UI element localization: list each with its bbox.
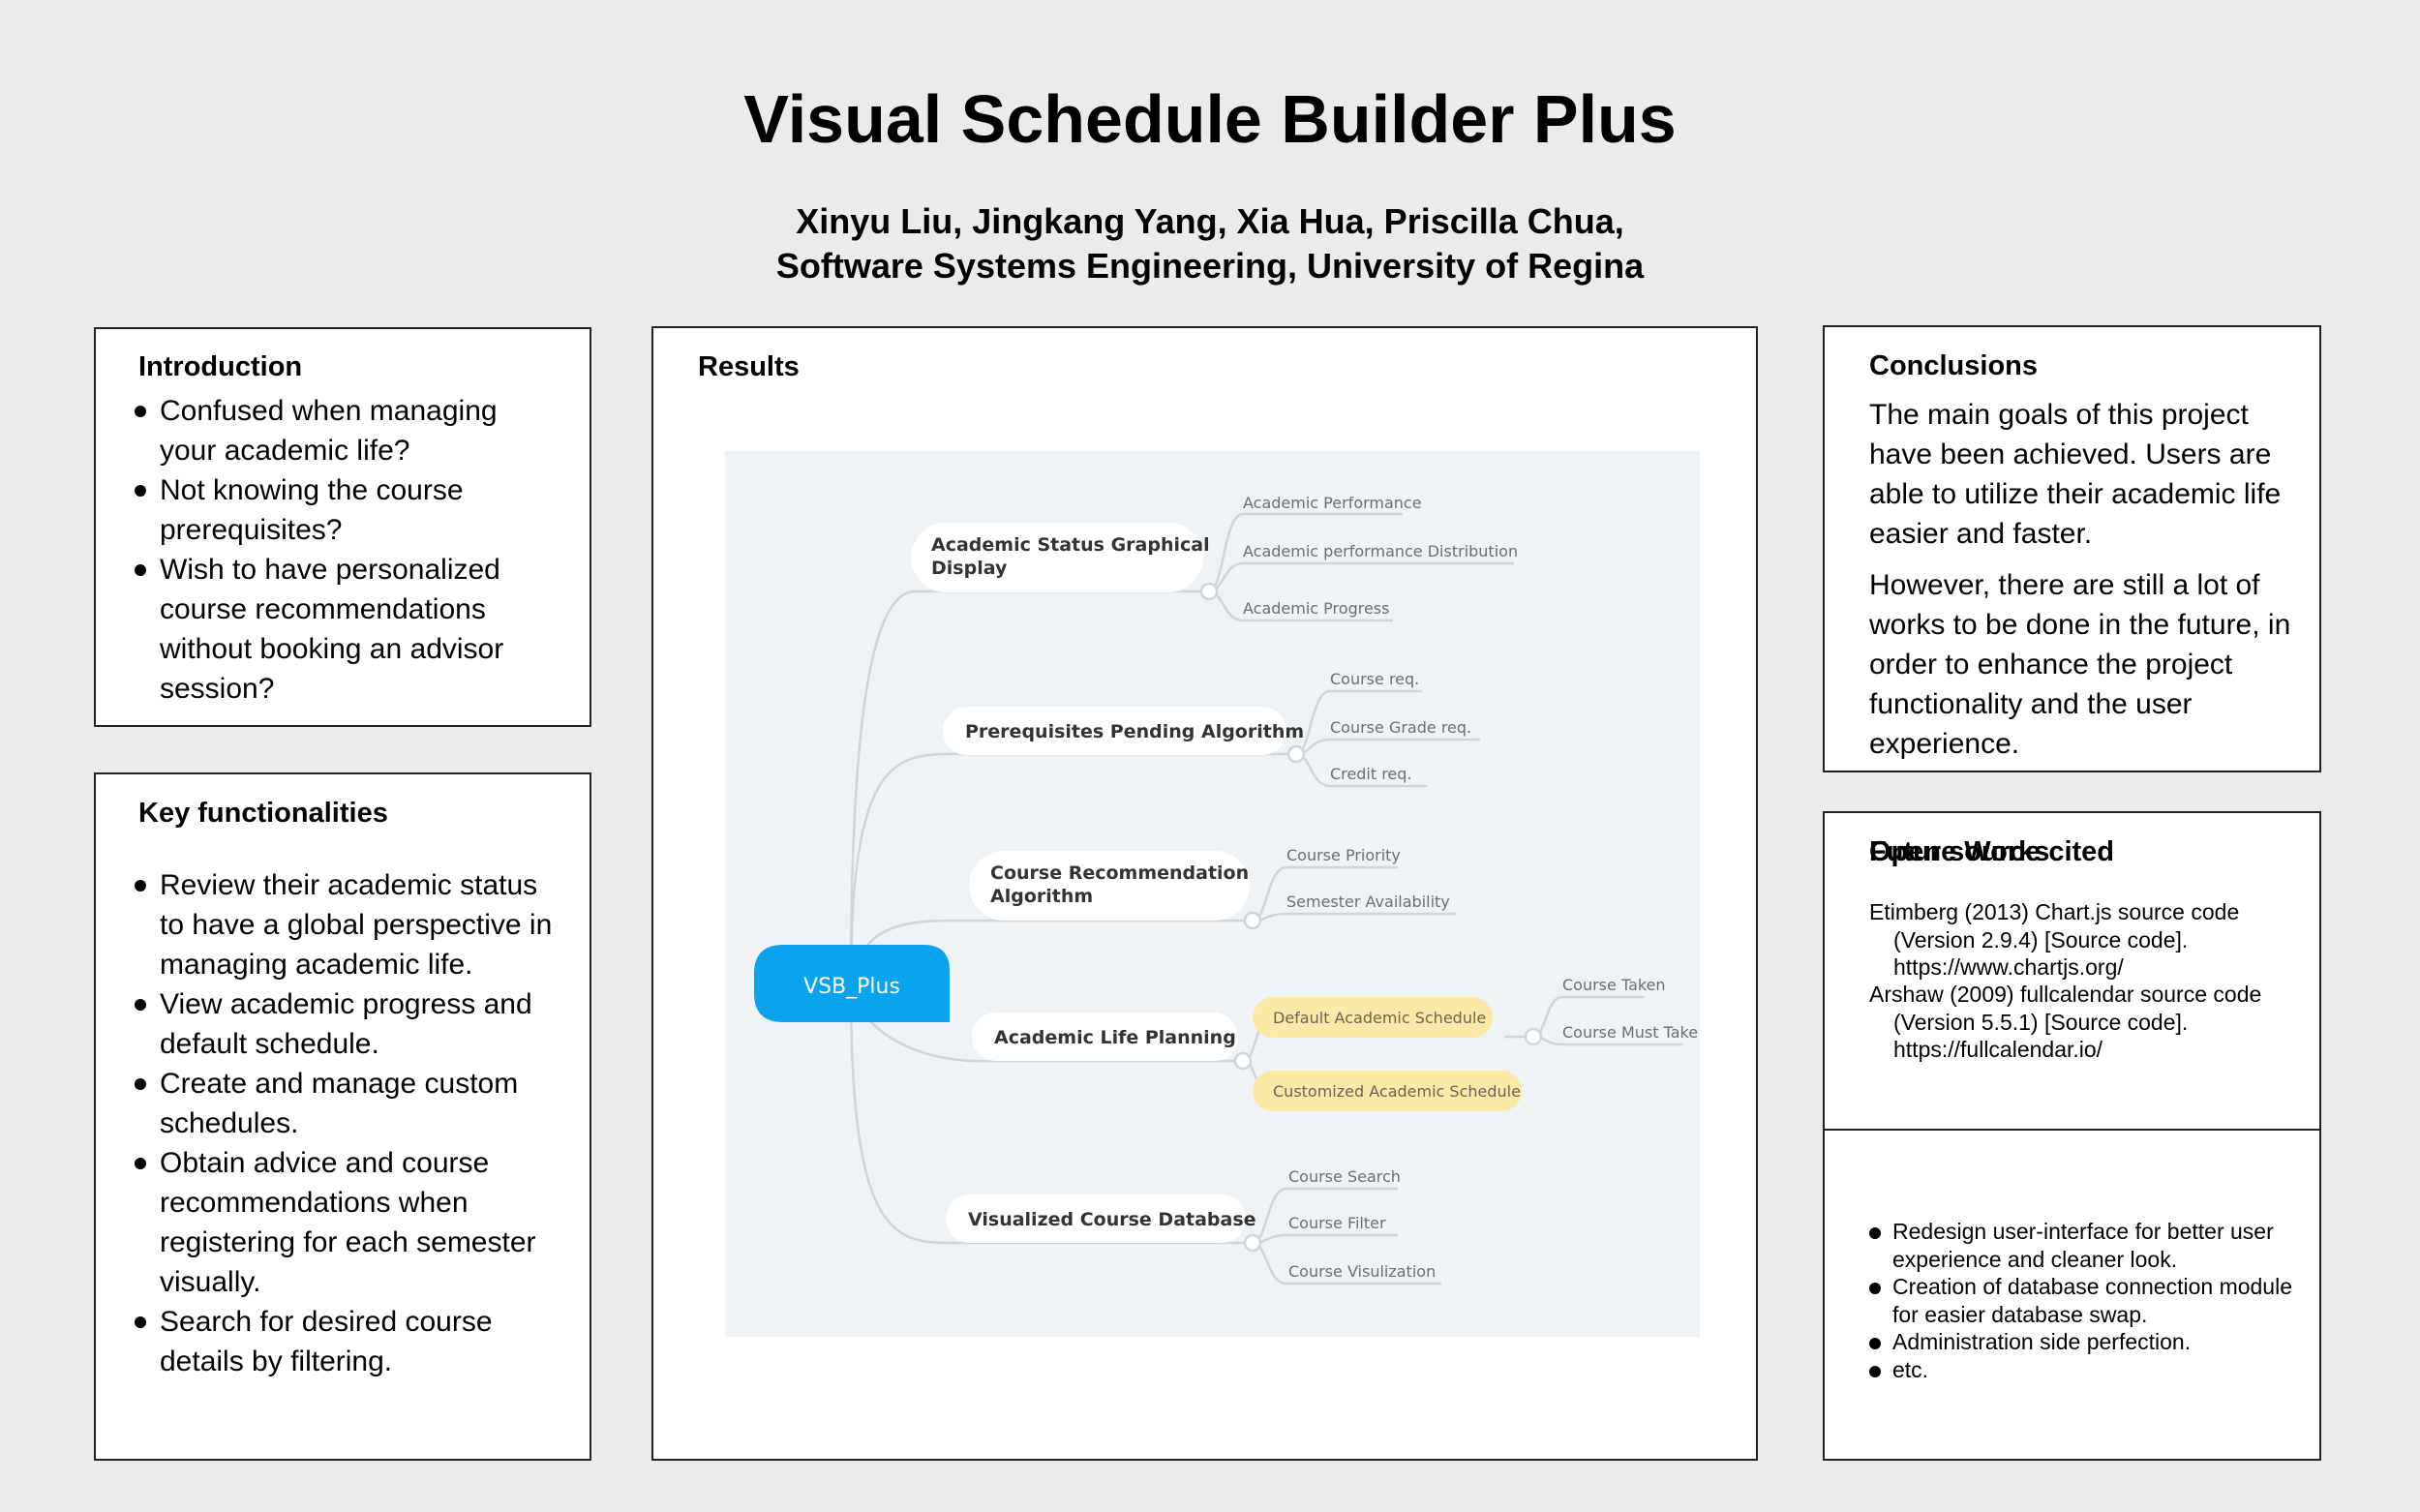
results-panel: Results Academic Status Graphical Displa…: [651, 326, 1758, 1461]
leaf-semester-availability: Semester Availability: [1286, 892, 1450, 911]
leaf-course-grade-req: Course Grade req.: [1330, 718, 1471, 737]
branch-label-academic-status-line2: Display: [931, 558, 1008, 579]
list-item: Creation of database connection module f…: [1869, 1273, 2295, 1328]
introduction-heading: Introduction: [138, 351, 303, 382]
key-functionalities-panel: Key functionalities Review their academi…: [94, 772, 591, 1461]
citation: Arshaw (2009) fullcalendar source code (…: [1869, 981, 2314, 1064]
list-item: etc.: [1869, 1356, 2295, 1384]
future-works-list: Redesign user-interface for better user …: [1869, 1218, 2295, 1383]
mindmap-diagram: Academic Status Graphical Display Prereq…: [725, 451, 1700, 1337]
leaf-academic-performance-distribution: Academic performance Distribution: [1243, 542, 1518, 560]
results-heading: Results: [698, 351, 800, 382]
citation-version: (Version 2.9.4) [Source code].: [1893, 926, 2189, 953]
conclusions-heading: Conclusions: [1869, 350, 2039, 381]
root-node-label: VSB_Plus: [803, 975, 900, 999]
list-item: Wish to have personalized course recomme…: [135, 550, 560, 709]
subnode-label-default-schedule: Default Academic Schedule: [1273, 1009, 1486, 1027]
conclusions-paragraph-1: The main goals of this project have been…: [1869, 399, 2282, 550]
branch-label-course-recommendation-line1: Course Recommendation: [990, 862, 1249, 884]
citation-title: Etimberg (2013) Chart.js source code: [1869, 899, 2240, 924]
subnode-label-customized-schedule: Customized Academic Schedule: [1273, 1082, 1521, 1101]
junction-dot: [1199, 582, 1219, 601]
citation-title: Arshaw (2009) fullcalendar source code: [1869, 982, 2262, 1007]
junction-dot: [1233, 1051, 1253, 1071]
branch-label-academic-life-planning: Academic Life Planning: [994, 1027, 1236, 1048]
key-functionalities-list: Review their academic status to have a g…: [135, 865, 560, 1381]
junction-dot: [1243, 1233, 1262, 1253]
open-source-panel: Open source cited Etimberg (2013) Chart.…: [1823, 811, 2321, 1461]
branch-label-visualized-database: Visualized Course Database: [968, 1209, 1256, 1230]
list-item: Search for desired course details by fil…: [135, 1302, 560, 1381]
list-item: Review their academic status to have a g…: [135, 865, 560, 984]
junction-dot: [1524, 1027, 1543, 1046]
introduction-list: Confused when managing your academic lif…: [135, 391, 560, 709]
leaf-credit-req: Credit req.: [1330, 765, 1412, 783]
authors-affiliation: Software Systems Engineering, University…: [775, 246, 1645, 286]
leaf-course-taken: Course Taken: [1562, 976, 1666, 994]
citation-url: https://fullcalendar.io/: [1893, 1037, 2103, 1062]
junction-dot: [1286, 744, 1306, 764]
leaf-course-filter: Course Filter: [1288, 1214, 1386, 1232]
introduction-panel: Introduction Confused when managing your…: [94, 327, 591, 727]
citation-version: (Version 5.5.1) [Source code].: [1893, 1009, 2189, 1035]
citation: Etimberg (2013) Chart.js source code (Ve…: [1869, 898, 2314, 982]
branch-label-course-recommendation-line2: Algorithm: [990, 886, 1093, 907]
conclusions-paragraph-2: However, there are still a lot of works …: [1869, 569, 2291, 760]
list-item: View academic progress and default sched…: [135, 984, 560, 1064]
future-works-heading: Future Works: [1869, 836, 2050, 867]
leaf-course-search: Course Search: [1288, 1167, 1401, 1186]
list-item: Redesign user-interface for better user …: [1869, 1218, 2295, 1273]
leaf-academic-performance: Academic Performance: [1243, 494, 1422, 512]
branch-label-prerequisites: Prerequisites Pending Algorithm: [965, 721, 1304, 742]
list-item: Obtain advice and course recommendations…: [135, 1143, 560, 1302]
conclusions-panel: Conclusions The main goals of this proje…: [1823, 325, 2321, 772]
junction-dot: [1243, 911, 1262, 930]
leaf-academic-progress: Academic Progress: [1243, 599, 1389, 618]
leaf-course-must-take: Course Must Take: [1562, 1023, 1698, 1042]
poster-title: Visual Schedule Builder Plus: [743, 81, 1677, 157]
list-item: Create and manage custom schedules.: [135, 1064, 560, 1143]
leaf-course-req: Course req.: [1330, 670, 1419, 688]
key-functionalities-heading: Key functionalities: [138, 798, 388, 829]
list-item: Administration side perfection.: [1869, 1328, 2295, 1356]
list-item: Not knowing the course prerequisites?: [135, 470, 560, 550]
section-divider: [1825, 1129, 2319, 1131]
branch-label-academic-status-line1: Academic Status Graphical: [931, 534, 1210, 556]
authors: Xinyu Liu, Jingkang Yang, Xia Hua, Prisc…: [0, 199, 2420, 288]
authors-names: Xinyu Liu, Jingkang Yang, Xia Hua, Prisc…: [796, 201, 1624, 241]
citation-url: https://www.chartjs.org/: [1893, 954, 2124, 980]
leaf-course-priority: Course Priority: [1286, 846, 1401, 864]
list-item: Confused when managing your academic lif…: [135, 391, 560, 470]
leaf-course-visulization: Course Visulization: [1288, 1262, 1436, 1281]
